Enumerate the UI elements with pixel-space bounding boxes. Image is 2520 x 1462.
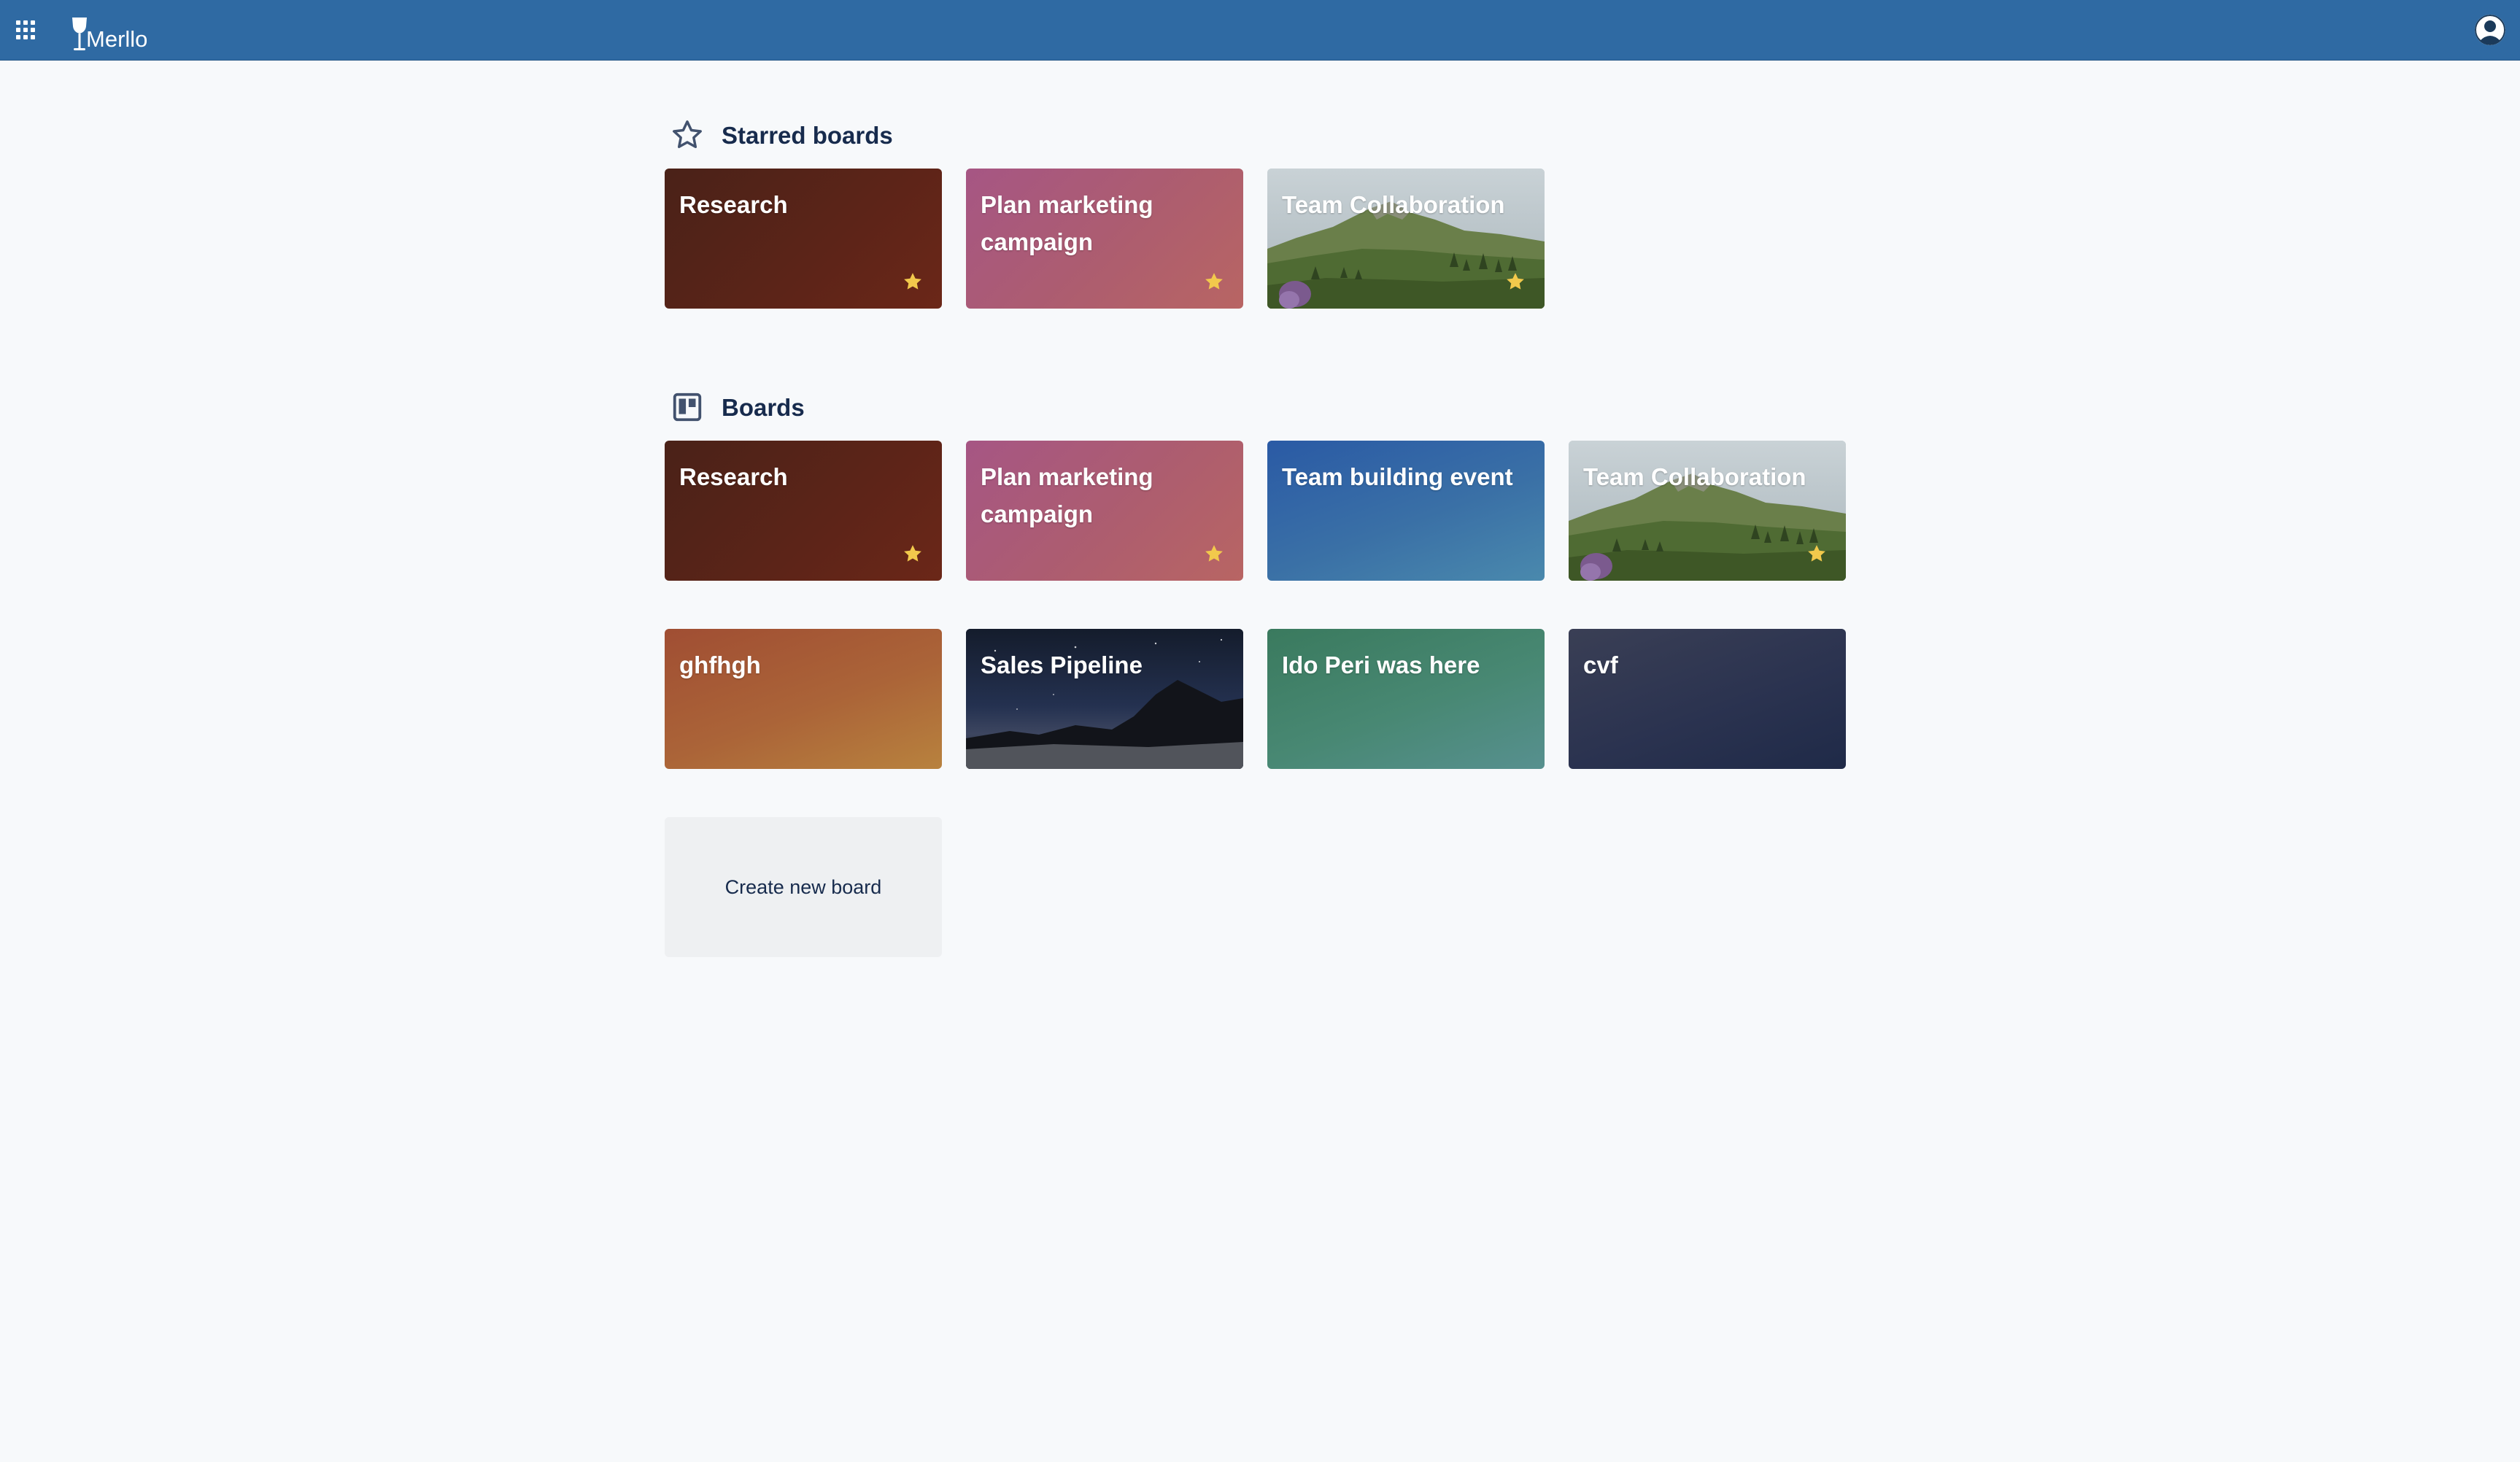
star-icon[interactable] <box>1203 543 1225 565</box>
board-tile[interactable]: Plan marketing campaign <box>966 169 1243 309</box>
board-title: Team Collaboration <box>1282 191 1505 218</box>
board-title: Research <box>679 463 788 490</box>
board-tile[interactable]: Team building event <box>1267 441 1545 581</box>
section-title: Boards <box>722 393 805 421</box>
star-icon[interactable] <box>1504 271 1526 293</box>
app-name: Merllo <box>86 26 148 52</box>
create-new-board-label: Create new board <box>724 875 882 898</box>
board-tile[interactable]: Research <box>665 441 942 581</box>
star-icon[interactable] <box>902 543 924 565</box>
board-title: cvf <box>1583 651 1618 678</box>
board-title: Plan marketing campaign <box>981 191 1153 255</box>
boards-grid: Research Plan marketing campaign Team bu… <box>665 441 1846 957</box>
star-icon[interactable] <box>1203 271 1225 293</box>
board-tile[interactable]: Research <box>665 169 942 309</box>
board-tile[interactable]: Team Collaboration <box>1569 441 1846 581</box>
board-tile[interactable]: ghfhgh <box>665 629 942 769</box>
board-title: Ido Peri was here <box>1282 651 1480 678</box>
apps-grid-icon[interactable] <box>16 20 36 41</box>
star-icon[interactable] <box>1806 543 1828 565</box>
star-outline-icon <box>670 118 704 152</box>
board-tile[interactable]: Team Collaboration <box>1267 169 1545 309</box>
create-new-board-button[interactable]: Create new board <box>665 817 942 957</box>
board-title: Plan marketing campaign <box>981 463 1153 527</box>
board-icon <box>670 390 704 424</box>
board-title: Team Collaboration <box>1583 463 1806 490</box>
starred-boards-header: Starred boards <box>670 117 893 153</box>
user-avatar-icon[interactable] <box>2475 15 2505 45</box>
boards-header: Boards <box>670 389 805 425</box>
board-title: Team building event <box>1282 463 1513 490</box>
starred-boards-grid: Research Plan marketing campaign Team Co… <box>665 169 1846 309</box>
board-tile[interactable]: cvf <box>1569 629 1846 769</box>
board-tile[interactable]: Sales Pipeline <box>966 629 1243 769</box>
board-title: Sales Pipeline <box>981 651 1143 678</box>
star-icon[interactable] <box>902 271 924 293</box>
board-tile[interactable]: Plan marketing campaign <box>966 441 1243 581</box>
top-navigation-bar: Merllo <box>0 0 2520 61</box>
board-tile[interactable]: Ido Peri was here <box>1267 629 1545 769</box>
section-title: Starred boards <box>722 121 893 149</box>
board-title: ghfhgh <box>679 651 761 678</box>
board-title: Research <box>679 191 788 218</box>
app-logo[interactable]: Merllo <box>70 12 147 53</box>
